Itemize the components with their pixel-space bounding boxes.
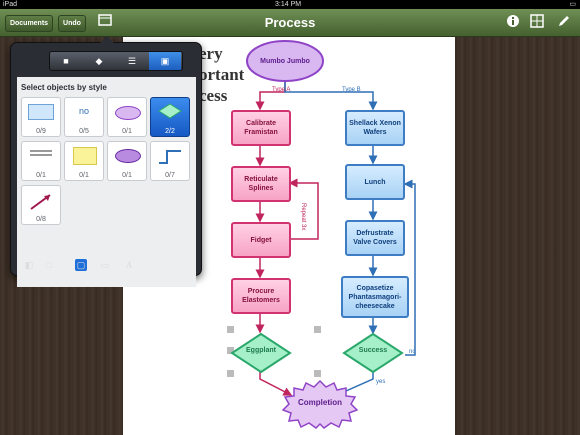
tile-count: 2/2 [165,128,175,135]
tile-count: 0/7 [165,172,175,179]
tile-count: 0/9 [36,128,46,135]
tile-count: 0/1 [79,172,89,179]
node-defrustrate-valve-covers[interactable]: Defrustrate Valve Covers [345,220,405,256]
tile-count: 0/5 [79,128,89,135]
style-tile-blue-note[interactable]: 0/9 [21,97,61,137]
undo-button[interactable]: Undo [58,15,86,32]
text-style-icon[interactable]: A [123,259,135,271]
shadow-icon[interactable]: ▢ [75,259,87,271]
edge-label-repeat: Repeat 3x [300,203,306,231]
node-success: Success [358,347,388,354]
popover-bottom-toolbar: ◧ □ ▢ ▭ A [17,259,196,273]
fill-icon[interactable]: ◧ [23,259,35,271]
style-tile-lavender-ellipse[interactable]: 0/1 [107,97,147,137]
blue-note-swatch [28,104,54,120]
node-completion: Completion [298,398,342,407]
arrow-swatch [30,194,51,210]
small-text-swatch [30,150,52,152]
stroke-icon[interactable]: □ [43,259,55,271]
node-shellack-xenon-wafers[interactable]: Shellack Xenon Wafers [345,110,405,146]
layers-icon[interactable]: ■ [50,52,82,70]
diamond-swatch [158,103,182,119]
node-fidget[interactable]: Fidget [231,222,291,258]
node-procure-elastomers[interactable]: Procure Elastomers [231,278,291,314]
style-tile-text-no[interactable]: no 0/5 [64,97,104,137]
style-tile-green-diamond[interactable]: 2/2 [150,97,190,137]
style-heading: Select objects by style [21,83,107,92]
group-icon[interactable]: ▣ [149,52,181,70]
style-tile-red-arrow[interactable]: 0/8 [21,185,61,225]
image-icon[interactable]: ▭ [99,259,111,271]
device-label: iPad [3,1,18,8]
clock: 3:14 PM [275,1,302,8]
tile-count: 0/1 [122,172,132,179]
list-icon[interactable]: ☰ [116,52,148,70]
yellow-note-swatch [73,147,97,165]
style-panel: Select objects by style 0/9 no 0/5 0/1 2… [17,77,196,287]
style-tile-purple-ellipse[interactable]: 0/1 [107,141,147,181]
stack-icon[interactable]: ◆ [83,52,115,70]
style-tile-yellow-note[interactable]: 0/1 [64,141,104,181]
node-copasetize[interactable]: Copasetize Phantasmagori-cheesecake [341,276,409,318]
text-swatch: no [78,106,89,116]
node-eggplant: Eggplant [246,347,276,354]
screen-icon[interactable] [97,14,113,30]
grid-icon[interactable] [529,14,545,30]
node-reticulate-splines[interactable]: Reticulate Splines [231,166,291,202]
tile-count: 0/1 [122,128,132,135]
node-mumbo-jumbo[interactable]: Mumbo Jumbo [257,46,313,76]
pencil-icon[interactable] [556,14,572,30]
tile-count: 0/1 [36,172,46,179]
ellipse-swatch [115,106,141,120]
info-icon[interactable] [505,14,521,30]
documents-button[interactable]: Documents [5,15,53,32]
page-title: Process [264,15,316,30]
battery-icon: ▭ [569,1,576,8]
connector-swatch [159,150,181,164]
node-calibrate-framistan[interactable]: Calibrate Framistan [231,110,291,146]
style-tile-blue-connector[interactable]: 0/7 [150,141,190,181]
purple-ellipse-swatch [115,149,141,163]
status-bar: iPad 3:14 PM ▭ [0,0,580,9]
popover-arrow [100,36,114,43]
edge-label-yes: yes [376,379,386,385]
top-toolbar: Documents Undo Process [0,9,580,37]
node-lunch[interactable]: Lunch [345,164,405,200]
edge-label-type-b: Type B [342,87,361,93]
style-tile-small-text[interactable]: 0/1 [21,141,61,181]
style-popover: ■ ◆ ☰ ▣ Select objects by style 0/9 no 0… [10,36,202,287]
tile-count: 0/8 [36,216,46,223]
popover-tab-bar: ■ ◆ ☰ ▣ [49,51,183,71]
edge-label-type-a: Type A [272,87,291,93]
small-text-swatch-2 [30,154,52,156]
edge-label-no: no [409,349,416,355]
